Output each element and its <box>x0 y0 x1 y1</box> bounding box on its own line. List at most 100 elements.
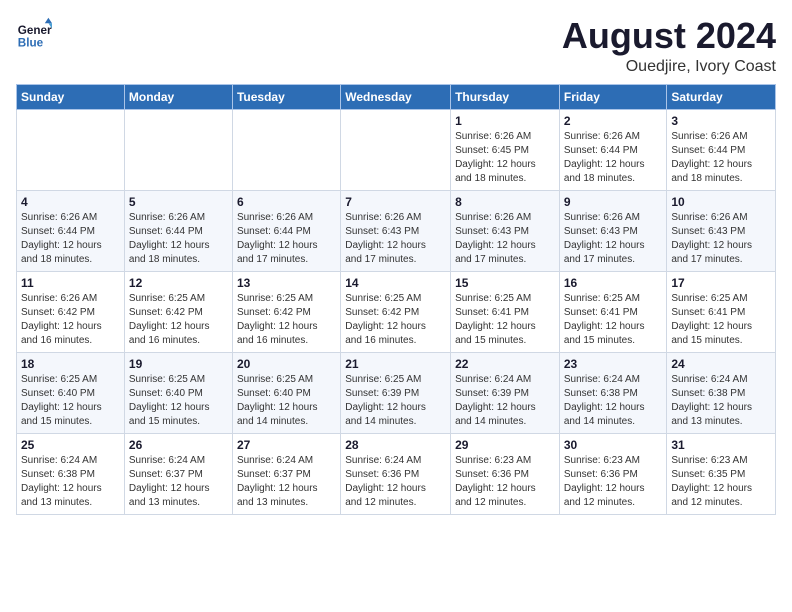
table-row: 15 Sunrise: 6:25 AMSunset: 6:41 PMDayligh… <box>451 271 560 352</box>
table-row: 30 Sunrise: 6:23 AMSunset: 6:36 PMDayligh… <box>559 433 667 514</box>
table-row: 9 Sunrise: 6:26 AMSunset: 6:43 PMDaylight… <box>559 190 667 271</box>
logo-icon: General Blue <box>16 16 52 52</box>
table-row: 1 Sunrise: 6:26 AMSunset: 6:45 PMDaylight… <box>451 109 560 190</box>
day-info: Sunrise: 6:24 AMSunset: 6:37 PMDaylight:… <box>129 454 228 510</box>
day-number: 18 <box>21 357 120 371</box>
table-row: 24 Sunrise: 6:24 AMSunset: 6:38 PMDayligh… <box>667 352 776 433</box>
table-row: 21 Sunrise: 6:25 AMSunset: 6:39 PMDayligh… <box>341 352 451 433</box>
day-info: Sunrise: 6:25 AMSunset: 6:40 PMDaylight:… <box>21 373 120 429</box>
day-number: 5 <box>129 195 228 209</box>
day-number: 6 <box>237 195 336 209</box>
table-row <box>341 109 451 190</box>
table-row: 31Sunrise: 6:23 AMSunset: 6:35 PMDayligh… <box>667 433 776 514</box>
day-info: Sunrise: 6:24 AMSunset: 6:38 PMDaylight:… <box>564 373 663 429</box>
col-thursday: Thursday <box>451 84 560 109</box>
day-info: Sunrise: 6:26 AMSunset: 6:43 PMDaylight:… <box>455 211 555 267</box>
day-info: Sunrise: 6:24 AMSunset: 6:38 PMDaylight:… <box>671 373 771 429</box>
table-row: 13Sunrise: 6:25 AMSunset: 6:42 PMDayligh… <box>232 271 340 352</box>
day-info: Sunrise: 6:26 AMSunset: 6:44 PMDaylight:… <box>671 130 771 186</box>
table-row: 2 Sunrise: 6:26 AMSunset: 6:44 PMDaylight… <box>559 109 667 190</box>
logo: General Blue <box>16 16 52 52</box>
location-title: Ouedjire, Ivory Coast <box>562 58 776 76</box>
col-monday: Monday <box>124 84 232 109</box>
day-number: 14 <box>345 276 446 290</box>
table-row: 23 Sunrise: 6:24 AMSunset: 6:38 PMDayligh… <box>559 352 667 433</box>
day-info: Sunrise: 6:25 AMSunset: 6:42 PMDaylight:… <box>129 292 228 348</box>
day-info: Sunrise: 6:25 AMSunset: 6:42 PMDaylight:… <box>345 292 446 348</box>
calendar-header-row: Sunday Monday Tuesday Wednesday Thursday… <box>17 84 776 109</box>
table-row: 8Sunrise: 6:26 AMSunset: 6:43 PMDaylight… <box>451 190 560 271</box>
day-info: Sunrise: 6:25 AMSunset: 6:40 PMDaylight:… <box>129 373 228 429</box>
table-row: 28 Sunrise: 6:24 AMSunset: 6:36 PMDayligh… <box>341 433 451 514</box>
table-row: 6Sunrise: 6:26 AMSunset: 6:44 PMDaylight… <box>232 190 340 271</box>
day-info: Sunrise: 6:25 AMSunset: 6:41 PMDaylight:… <box>671 292 771 348</box>
table-row: 10Sunrise: 6:26 AMSunset: 6:43 PMDayligh… <box>667 190 776 271</box>
table-row: 19 Sunrise: 6:25 AMSunset: 6:40 PMDayligh… <box>124 352 232 433</box>
day-number: 11 <box>21 276 120 290</box>
day-number: 17 <box>671 276 771 290</box>
col-friday: Friday <box>559 84 667 109</box>
table-row: 5 Sunrise: 6:26 AMSunset: 6:44 PMDaylight… <box>124 190 232 271</box>
table-row: 26 Sunrise: 6:24 AMSunset: 6:37 PMDayligh… <box>124 433 232 514</box>
day-number: 25 <box>21 438 120 452</box>
day-number: 7 <box>345 195 446 209</box>
day-number: 2 <box>564 114 663 128</box>
day-number: 29 <box>455 438 555 452</box>
day-info: Sunrise: 6:26 AMSunset: 6:43 PMDaylight:… <box>671 211 771 267</box>
table-row: 25Sunrise: 6:24 AMSunset: 6:38 PMDayligh… <box>17 433 125 514</box>
day-info: Sunrise: 6:25 AMSunset: 6:40 PMDaylight:… <box>237 373 336 429</box>
table-row: 4Sunrise: 6:26 AMSunset: 6:44 PMDaylight… <box>17 190 125 271</box>
table-row: 12 Sunrise: 6:25 AMSunset: 6:42 PMDayligh… <box>124 271 232 352</box>
table-row: 3Sunrise: 6:26 AMSunset: 6:44 PMDaylight… <box>667 109 776 190</box>
day-info: Sunrise: 6:26 AMSunset: 6:45 PMDaylight:… <box>455 130 555 186</box>
day-number: 21 <box>345 357 446 371</box>
day-number: 12 <box>129 276 228 290</box>
day-number: 15 <box>455 276 555 290</box>
day-number: 24 <box>671 357 771 371</box>
table-row: 18 Sunrise: 6:25 AMSunset: 6:40 PMDayligh… <box>17 352 125 433</box>
day-number: 28 <box>345 438 446 452</box>
month-title: August 2024 <box>562 16 776 56</box>
day-info: Sunrise: 6:25 AMSunset: 6:42 PMDaylight:… <box>237 292 336 348</box>
table-row: 11 Sunrise: 6:26 AMSunset: 6:42 PMDayligh… <box>17 271 125 352</box>
day-info: Sunrise: 6:26 AMSunset: 6:44 PMDaylight:… <box>129 211 228 267</box>
page: General Blue August 2024 Ouedjire, Ivory… <box>0 0 792 612</box>
table-row <box>17 109 125 190</box>
day-number: 22 <box>455 357 555 371</box>
day-info: Sunrise: 6:26 AMSunset: 6:43 PMDaylight:… <box>345 211 446 267</box>
day-info: Sunrise: 6:24 AMSunset: 6:37 PMDaylight:… <box>237 454 336 510</box>
day-info: Sunrise: 6:26 AMSunset: 6:42 PMDaylight:… <box>21 292 120 348</box>
day-number: 1 <box>455 114 555 128</box>
day-info: Sunrise: 6:25 AMSunset: 6:39 PMDaylight:… <box>345 373 446 429</box>
day-info: Sunrise: 6:23 AMSunset: 6:36 PMDaylight:… <box>564 454 663 510</box>
day-number: 26 <box>129 438 228 452</box>
title-block: August 2024 Ouedjire, Ivory Coast <box>562 16 776 76</box>
day-number: 20 <box>237 357 336 371</box>
calendar-week-row: 11 Sunrise: 6:26 AMSunset: 6:42 PMDayligh… <box>17 271 776 352</box>
svg-text:General: General <box>18 24 52 37</box>
day-info: Sunrise: 6:24 AMSunset: 6:39 PMDaylight:… <box>455 373 555 429</box>
day-info: Sunrise: 6:24 AMSunset: 6:36 PMDaylight:… <box>345 454 446 510</box>
table-row: 7 Sunrise: 6:26 AMSunset: 6:43 PMDaylight… <box>341 190 451 271</box>
table-row: 29Sunrise: 6:23 AMSunset: 6:36 PMDayligh… <box>451 433 560 514</box>
day-number: 30 <box>564 438 663 452</box>
day-info: Sunrise: 6:26 AMSunset: 6:44 PMDaylight:… <box>564 130 663 186</box>
table-row: 22 Sunrise: 6:24 AMSunset: 6:39 PMDayligh… <box>451 352 560 433</box>
table-row: 27 Sunrise: 6:24 AMSunset: 6:37 PMDayligh… <box>232 433 340 514</box>
col-sunday: Sunday <box>17 84 125 109</box>
day-info: Sunrise: 6:25 AMSunset: 6:41 PMDaylight:… <box>455 292 555 348</box>
day-number: 19 <box>129 357 228 371</box>
day-number: 9 <box>564 195 663 209</box>
calendar-week-row: 1 Sunrise: 6:26 AMSunset: 6:45 PMDaylight… <box>17 109 776 190</box>
day-number: 23 <box>564 357 663 371</box>
table-row <box>232 109 340 190</box>
header: General Blue August 2024 Ouedjire, Ivory… <box>16 16 776 76</box>
day-info: Sunrise: 6:26 AMSunset: 6:43 PMDaylight:… <box>564 211 663 267</box>
calendar-week-row: 18 Sunrise: 6:25 AMSunset: 6:40 PMDayligh… <box>17 352 776 433</box>
table-row <box>124 109 232 190</box>
day-info: Sunrise: 6:25 AMSunset: 6:41 PMDaylight:… <box>564 292 663 348</box>
col-saturday: Saturday <box>667 84 776 109</box>
calendar-week-row: 4Sunrise: 6:26 AMSunset: 6:44 PMDaylight… <box>17 190 776 271</box>
day-number: 27 <box>237 438 336 452</box>
col-tuesday: Tuesday <box>232 84 340 109</box>
